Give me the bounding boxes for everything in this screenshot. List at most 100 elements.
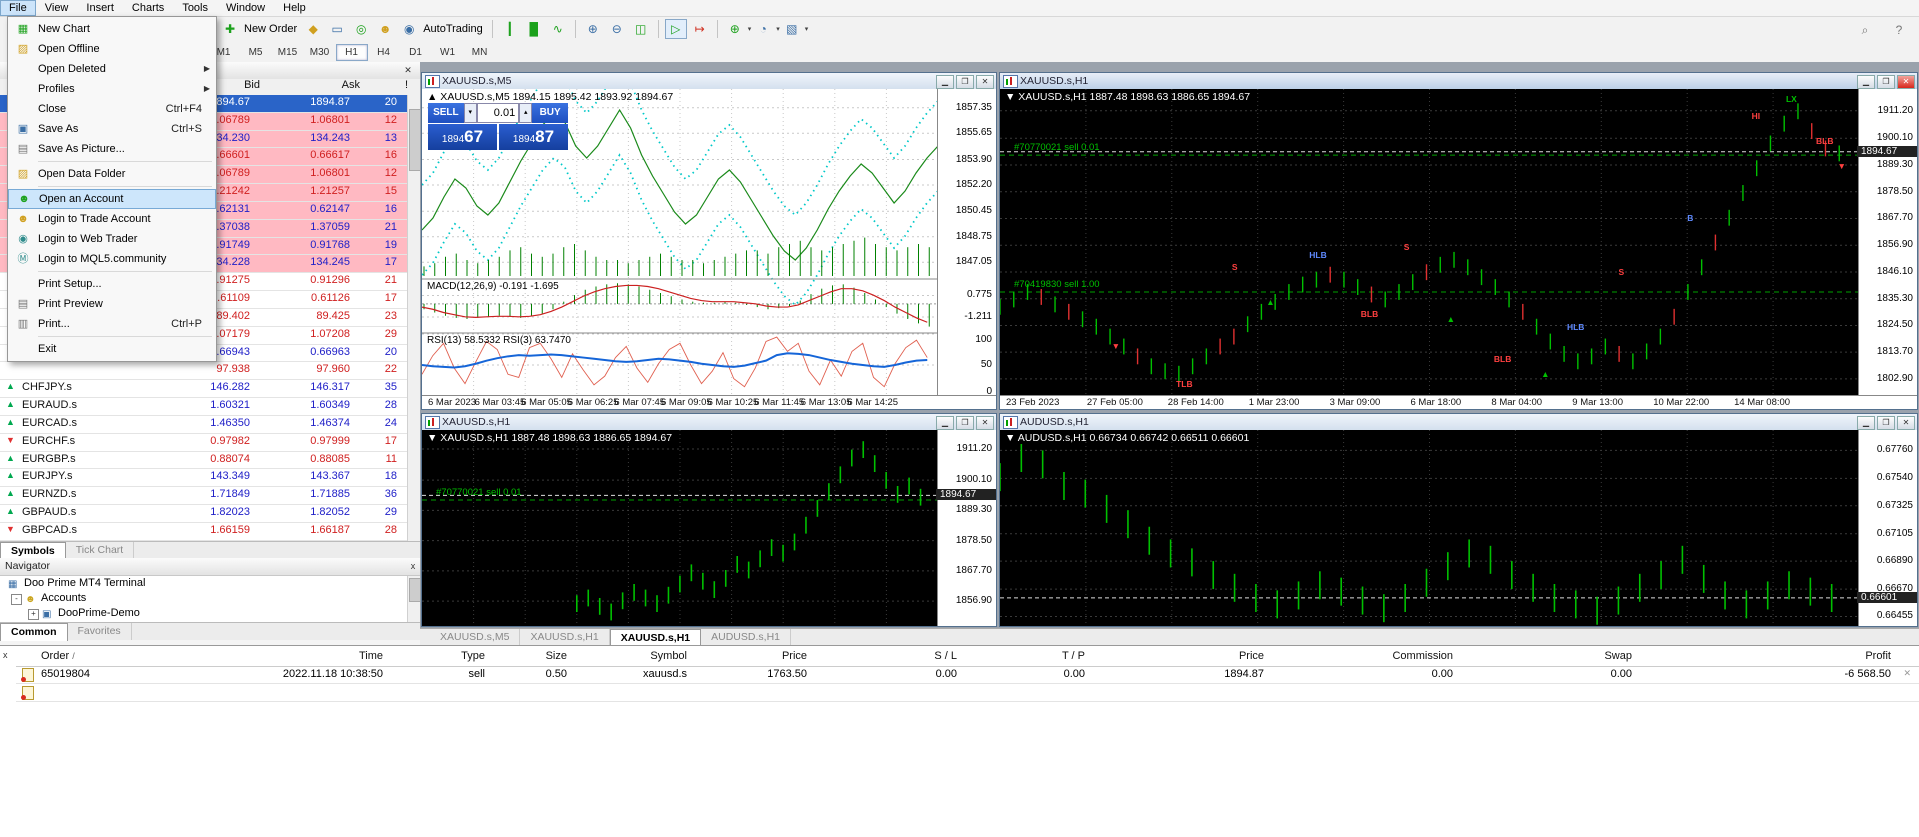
file-menu-new-chart[interactable]: ▦New Chart [8, 19, 216, 39]
periods-icon[interactable]: ◔ [752, 19, 774, 39]
buy-button[interactable]: BUY [532, 103, 568, 123]
orders-col-commission[interactable]: Commission [1392, 650, 1453, 662]
navigator-item[interactable]: - ☻ Accounts [0, 591, 407, 606]
tree-expander-icon[interactable]: - [11, 594, 22, 605]
orders-col-price[interactable]: Price [782, 650, 807, 662]
file-menu-open-offline[interactable]: ▨Open Offline [8, 39, 216, 59]
price-scale[interactable]: 1911.201900.101889.301878.501867.701856.… [1858, 89, 1917, 396]
new-order-icon[interactable]: ✚ [219, 19, 241, 39]
market-watch-row[interactable]: ▲ CHFJPY.s 146.282 146.317 35 [0, 380, 407, 398]
timeframe-W1[interactable]: W1 [432, 44, 464, 61]
search-icon[interactable]: ⌕ [1854, 20, 1876, 40]
price-scale[interactable]: 1911.201900.101889.301878.501867.701856.… [937, 430, 996, 626]
menu-view[interactable]: View [36, 0, 78, 16]
orders-col-time[interactable]: Time [359, 650, 383, 662]
sell-button[interactable]: SELL [428, 103, 464, 123]
file-menu-save-as[interactable]: ▣Save AsCtrl+S [8, 119, 216, 139]
lot-increase-icon[interactable]: ▴ [519, 103, 532, 123]
window-restore-button[interactable]: ❐ [1877, 75, 1895, 89]
chart-body[interactable]: 1911.201900.101889.301878.501867.701856.… [1000, 89, 1917, 409]
chart-titlebar[interactable]: XAUUSD.s,H1 ▁ ❐ ✕ [422, 414, 996, 431]
timeframe-M15[interactable]: M15 [272, 44, 304, 61]
tab-favorites[interactable]: Favorites [68, 623, 132, 640]
menu-insert[interactable]: Insert [77, 0, 123, 16]
window-close-button[interactable]: ✕ [1897, 416, 1915, 430]
orders-col-type[interactable]: Type [461, 650, 485, 662]
window-close-button[interactable]: ✕ [976, 416, 994, 430]
zoom-in-icon[interactable]: ⊕ [582, 19, 604, 39]
terminal-close-icon[interactable]: x [3, 650, 8, 660]
wallet-icon[interactable]: ◆ [302, 19, 324, 39]
autotrading-icon[interactable]: ◉ [398, 19, 420, 39]
chart-tab[interactable]: AUDUSD.s,H1 [701, 629, 791, 646]
orders-col-t-p[interactable]: T / P [1062, 650, 1085, 662]
timeframe-H1[interactable]: H1 [336, 44, 368, 61]
autotrading-button[interactable]: AutoTrading [423, 23, 483, 35]
buy-price[interactable]: 189487 [499, 124, 568, 150]
tree-expander-icon[interactable]: + [28, 609, 39, 620]
file-menu-print-setup[interactable]: Print Setup... [8, 274, 216, 294]
market-watch-row[interactable]: ▲ EURAUD.s 1.60321 1.60349 28 [0, 398, 407, 416]
lot-decrease-icon[interactable]: ▾ [464, 103, 477, 123]
indicators-icon[interactable]: ⊕ [724, 19, 746, 39]
chart-tab[interactable]: XAUUSD.s,M5 [430, 629, 520, 646]
tile-windows-icon[interactable]: ◫ [630, 19, 652, 39]
market-watch-row[interactable]: ▲ EURCAD.s 1.46350 1.46374 24 [0, 416, 407, 434]
market-watch-row[interactable]: ▼ GBPCAD.s 1.66159 1.66187 28 [0, 523, 407, 541]
candlestick-icon[interactable]: █ [523, 19, 545, 39]
orders-col-price[interactable]: Price [1239, 650, 1264, 662]
orders-col-symbol[interactable]: Symbol [650, 650, 687, 662]
timeframe-H4[interactable]: H4 [368, 44, 400, 61]
order-row-partial[interactable] [16, 684, 1919, 702]
tab-common[interactable]: Common [0, 623, 68, 641]
navigator-close-icon[interactable]: x [407, 560, 419, 572]
market-watch-row[interactable]: ▲ EURJPY.s 143.349 143.367 18 [0, 469, 407, 487]
price-scale[interactable]: 1857.351855.651853.901852.201850.451848.… [937, 89, 996, 396]
window-restore-button[interactable]: ❐ [956, 75, 974, 89]
tab-tick-chart[interactable]: Tick Chart [66, 542, 134, 559]
orders-col-profit[interactable]: Profit [1865, 650, 1891, 662]
chart-titlebar[interactable]: XAUUSD.s,H1 ▁ ❐ ✕ [1000, 73, 1917, 90]
menu-help[interactable]: Help [274, 0, 315, 16]
market-watch-row[interactable]: ▼ EURCHF.s 0.97982 0.97999 17 [0, 434, 407, 452]
market-watch-row[interactable]: ▲ EURGBP.s 0.88074 0.88085 11 [0, 452, 407, 470]
price-scale[interactable]: 0.677600.675400.673250.671050.668900.666… [1858, 430, 1917, 626]
orders-col-swap[interactable]: Swap [1604, 650, 1632, 662]
file-menu-login-to-trade-account[interactable]: ☻Login to Trade Account [8, 209, 216, 229]
file-menu-save-as-picture[interactable]: ▤Save As Picture... [8, 139, 216, 159]
chart-body[interactable]: 1857.351855.651853.901852.201850.451848.… [422, 89, 996, 409]
one-click-trading-widget[interactable]: SELL ▾ 0.01 ▴ BUY 189467 189487 [428, 103, 568, 150]
file-menu-login-to-web-trader[interactable]: ◉Login to Web Trader [8, 229, 216, 249]
file-menu-print-preview[interactable]: ▤Print Preview [8, 294, 216, 314]
timeframe-D1[interactable]: D1 [400, 44, 432, 61]
mw-col-spread[interactable]: ! [405, 79, 408, 91]
window-close-button[interactable]: ✕ [976, 75, 994, 89]
menu-tools[interactable]: Tools [173, 0, 217, 16]
autoscroll-icon[interactable]: ▷ [665, 19, 687, 39]
timeframe-MN[interactable]: MN [464, 44, 496, 61]
market-watch-close-icon[interactable]: ✕ [402, 64, 414, 76]
terminal-icon[interactable]: ▭ [326, 19, 348, 39]
chart-titlebar[interactable]: AUDUSD.s,H1 ▁ ❐ ✕ [1000, 414, 1917, 431]
templates-icon[interactable]: ▧ [781, 19, 803, 39]
file-menu-open-an-account[interactable]: ☻Open an Account [8, 189, 216, 209]
new-order-button[interactable]: New Order [244, 23, 297, 35]
chart-tab[interactable]: XAUUSD.s,H1 [520, 629, 609, 646]
signal-icon[interactable]: ◎ [350, 19, 372, 39]
lot-size-input[interactable]: 0.01 [477, 103, 519, 123]
orders-col-s-l[interactable]: S / L [934, 650, 957, 662]
navigator-item[interactable]: ▦ Doo Prime MT4 Terminal [0, 576, 407, 591]
timeframe-M5[interactable]: M5 [240, 44, 272, 61]
bar-chart-icon[interactable]: ▕▏ [499, 19, 521, 39]
market-watch-scrollbar[interactable] [407, 95, 421, 541]
menu-charts[interactable]: Charts [123, 0, 173, 16]
window-restore-button[interactable]: ❐ [956, 416, 974, 430]
file-menu-exit[interactable]: Exit [8, 339, 216, 359]
navigator-item[interactable]: + ▣ DooPrime-Demo [0, 606, 407, 621]
file-menu-close[interactable]: CloseCtrl+F4 [8, 99, 216, 119]
chart-window[interactable]: XAUUSD.s,M5 ▁ ❐ ✕ 1857.351855.651853.901… [421, 72, 997, 410]
market-watch-row[interactable]: 97.938 97.960 22 [0, 362, 407, 380]
chart-window[interactable]: XAUUSD.s,H1 ▁ ❐ ✕ 1911.201900.101889.301… [999, 72, 1918, 410]
timeframe-M30[interactable]: M30 [304, 44, 336, 61]
orders-col-order[interactable]: Order / [41, 650, 75, 662]
